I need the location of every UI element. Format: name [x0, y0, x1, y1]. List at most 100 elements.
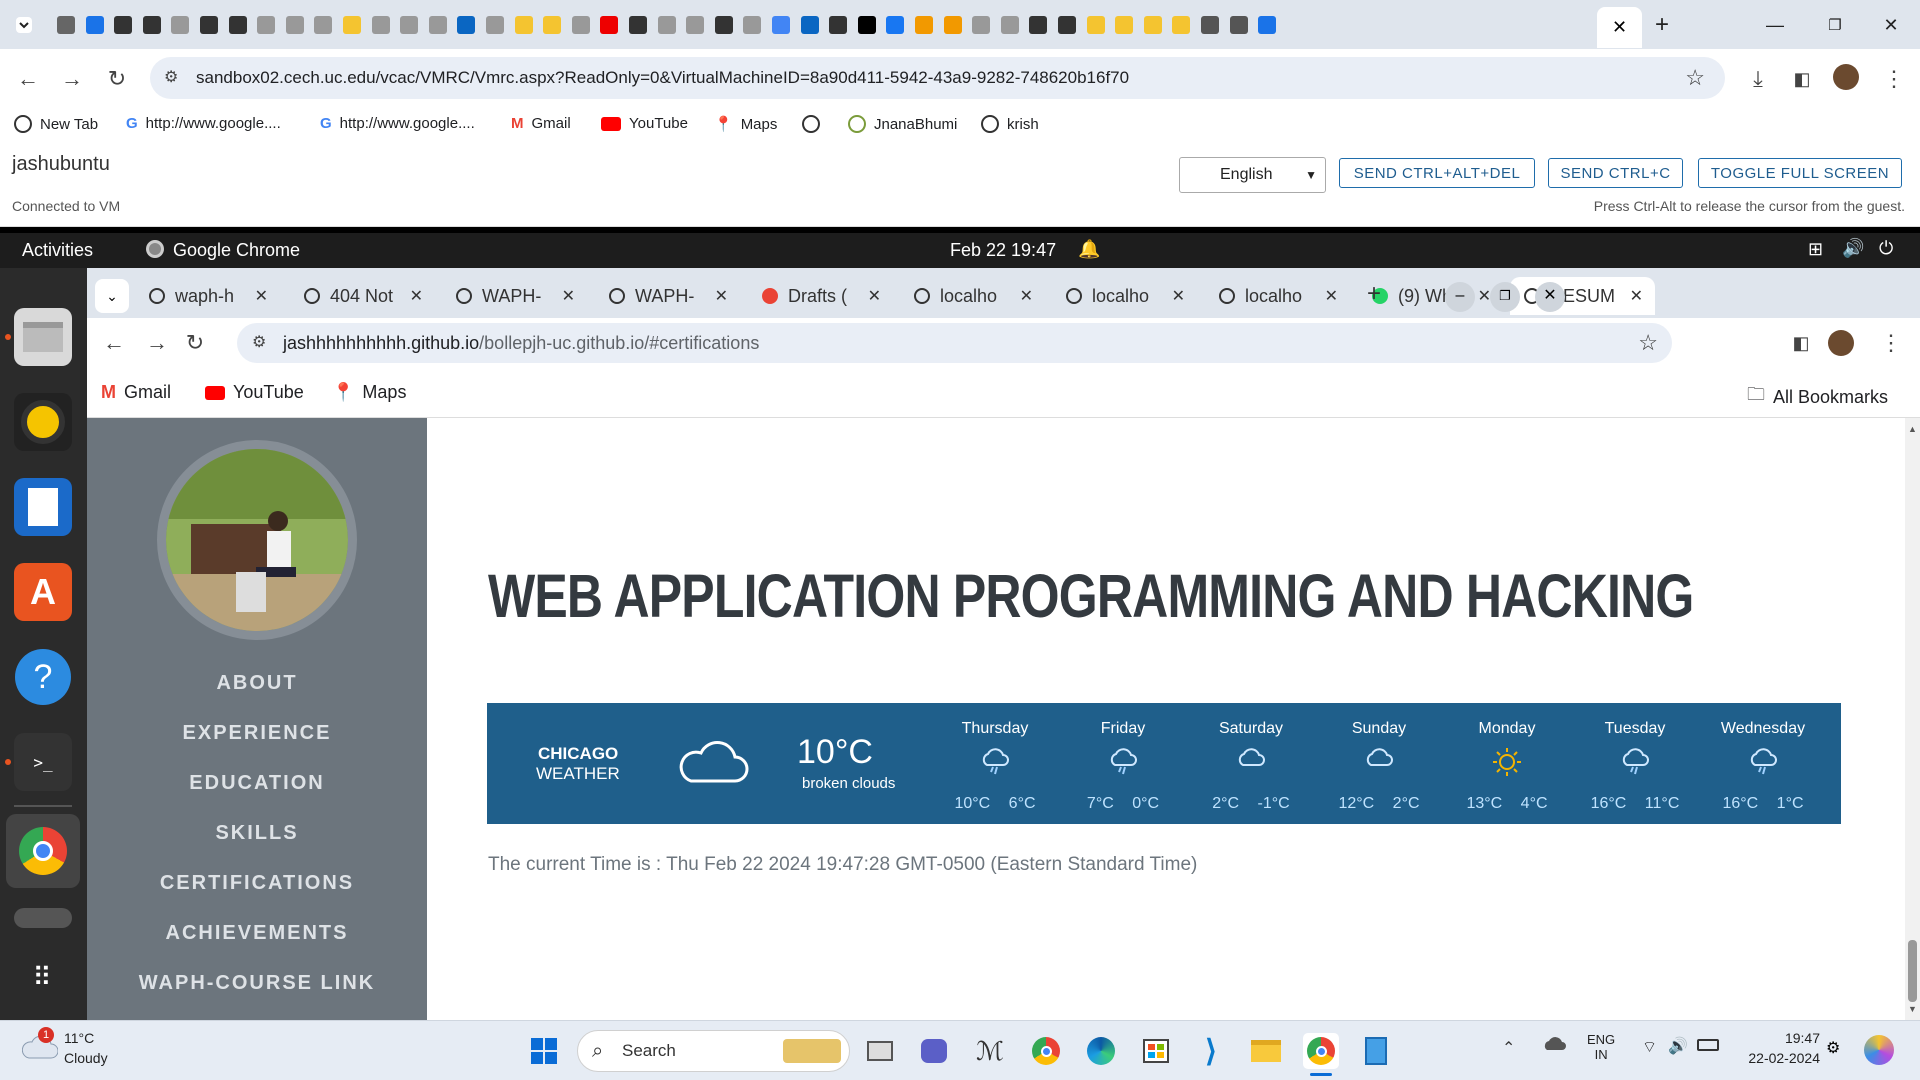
chrome-dock-icon[interactable]	[6, 814, 80, 888]
side-panel-icon[interactable]: ◧	[1787, 329, 1815, 357]
nav-certifications[interactable]: CERTIFICATIONS	[87, 872, 427, 895]
nav-waph-course-link[interactable]: WAPH-COURSE LINK	[87, 972, 427, 995]
new-tab-button[interactable]: +	[1367, 280, 1381, 308]
bookmark-gmail[interactable]: M Gmail	[511, 115, 571, 132]
outer-tab-favicon[interactable]	[282, 12, 308, 38]
power-icon[interactable]: ⏻	[1879, 238, 1893, 259]
restore-button[interactable]: ❐	[1490, 282, 1520, 312]
outer-active-tab[interactable]: ✕	[1597, 7, 1642, 48]
menu-icon[interactable]: ⋮	[1877, 329, 1905, 357]
tab[interactable]: localho ✕	[1205, 277, 1350, 315]
close-icon[interactable]: ✕	[1325, 286, 1338, 306]
bell-icon[interactable]: 🔔	[1078, 239, 1100, 260]
close-icon[interactable]: ✕	[715, 286, 728, 306]
close-icon[interactable]: ✕	[1172, 286, 1185, 306]
writer-icon[interactable]	[14, 478, 72, 536]
partial-dock-icon[interactable]	[14, 908, 72, 928]
outer-tab-favicon[interactable]	[1254, 12, 1280, 38]
outer-tab-favicon[interactable]	[997, 12, 1023, 38]
copilot-icon[interactable]	[1864, 1035, 1894, 1065]
star-icon[interactable]: ☆	[1638, 323, 1658, 363]
outer-tab-favicon[interactable]	[1140, 12, 1166, 38]
site-settings-icon[interactable]: ⚙	[164, 57, 178, 99]
task-view-icon[interactable]	[862, 1033, 898, 1069]
tab[interactable]: localho ✕	[1052, 277, 1197, 315]
outer-tab-favicon[interactable]	[854, 12, 880, 38]
language-select[interactable]: English ▼	[1179, 157, 1326, 193]
nav-education[interactable]: EDUCATION	[87, 772, 427, 795]
bookmark-google-1[interactable]: Ghttp://www.google....	[126, 115, 281, 132]
forward-arrow-icon[interactable]: →	[143, 329, 171, 357]
terminal-icon[interactable]: >_	[14, 733, 72, 791]
teams-chat-icon[interactable]	[916, 1033, 952, 1069]
bookmark-krish[interactable]: krish	[981, 115, 1039, 133]
scroll-thumb[interactable]	[1908, 940, 1917, 1002]
bookmark-google-2[interactable]: Ghttp://www.google....	[320, 115, 475, 132]
outer-tab-favicon[interactable]	[625, 12, 651, 38]
outer-tab-favicon[interactable]	[882, 12, 908, 38]
outer-tab-favicon[interactable]	[82, 12, 108, 38]
profile-avatar[interactable]	[1827, 329, 1855, 357]
notepad-icon[interactable]	[1358, 1033, 1394, 1069]
rhythmbox-icon[interactable]	[14, 393, 72, 451]
chevron-up-icon[interactable]: ⌃	[1502, 1038, 1515, 1058]
app-center-icon[interactable]: A	[14, 563, 72, 621]
send-ctrl-c-button[interactable]: SEND CTRL+C	[1548, 158, 1683, 188]
store-icon[interactable]	[1138, 1033, 1174, 1069]
windows-start-icon[interactable]	[526, 1033, 562, 1069]
outer-tab-favicon[interactable]	[596, 12, 622, 38]
nav-about[interactable]: ABOUT	[87, 672, 427, 695]
outer-tab-favicon[interactable]	[167, 12, 193, 38]
bookmark-globe[interactable]	[802, 115, 828, 133]
outer-tab-favicon[interactable]	[196, 12, 222, 38]
outer-tab-favicon[interactable]	[1226, 12, 1252, 38]
scroll-down-arrow[interactable]: ▼	[1908, 1004, 1917, 1014]
network-icon[interactable]: ⊞	[1808, 239, 1823, 260]
activities-button[interactable]: Activities	[22, 240, 93, 261]
wifi-icon[interactable]: ⌔	[1642, 1037, 1657, 1057]
nav-achievements[interactable]: ACHIEVEMENTS	[87, 922, 427, 945]
bookmark-new-tab[interactable]: New Tab	[14, 115, 98, 133]
files-icon[interactable]	[14, 308, 72, 366]
app-menu[interactable]: Google Chrome	[173, 240, 300, 261]
outer-tab-favicon[interactable]	[425, 12, 451, 38]
edge-icon[interactable]	[1083, 1033, 1119, 1069]
tab-search-button[interactable]: ⌄	[95, 279, 129, 313]
clock[interactable]: Feb 22 19:47	[950, 240, 1056, 261]
volume-icon[interactable]: 🔊	[1842, 238, 1864, 259]
taskbar-date[interactable]: 22-02-2024	[1736, 1050, 1820, 1066]
download-icon[interactable]: ⤓	[1744, 65, 1772, 93]
outer-address-bar[interactable]: ⚙ sandbox02.cech.uc.edu/vcac/VMRC/Vmrc.a…	[150, 57, 1725, 99]
close-icon[interactable]: ✕	[1478, 286, 1491, 306]
outer-tab-favicon[interactable]	[139, 12, 165, 38]
help-icon[interactable]: ?	[14, 648, 72, 706]
outer-tab-favicon[interactable]	[396, 12, 422, 38]
inner-address-bar[interactable]: ⚙ jashhhhhhhhhh.github.io/bollepjh-uc.gi…	[237, 323, 1672, 363]
menu-icon[interactable]: ⋮	[1880, 65, 1908, 93]
outer-tab-favicon[interactable]	[253, 12, 279, 38]
minimize-button[interactable]: –	[1445, 282, 1475, 312]
bookmark-youtube[interactable]: YouTube	[205, 382, 304, 403]
outer-tab-favicon[interactable]	[453, 12, 479, 38]
chrome-taskbar-icon[interactable]	[1028, 1033, 1064, 1069]
page-scrollbar[interactable]: ▲ ▼	[1905, 418, 1920, 1020]
outer-tab-favicon[interactable]	[539, 12, 565, 38]
close-icon[interactable]: ✕	[562, 286, 575, 306]
scroll-up-arrow[interactable]: ▲	[1908, 424, 1917, 434]
window-close-button[interactable]: ✕	[1535, 282, 1565, 312]
tab[interactable]: 404 Not ✕	[290, 277, 435, 315]
onedrive-icon[interactable]	[1542, 1035, 1566, 1056]
tab[interactable]: localho ✕	[900, 277, 1045, 315]
outer-tab-favicon[interactable]	[711, 12, 737, 38]
taskbar-time[interactable]: 19:47	[1736, 1030, 1820, 1046]
outer-tab-favicon[interactable]	[1111, 12, 1137, 38]
file-explorer-icon[interactable]	[1248, 1033, 1284, 1069]
outer-tab-favicon[interactable]	[825, 12, 851, 38]
outer-tab-favicon[interactable]	[511, 12, 537, 38]
app-icon[interactable]: ℳ	[972, 1033, 1008, 1069]
forward-arrow-icon[interactable]: →	[58, 65, 86, 93]
outer-tab-favicon[interactable]	[225, 12, 251, 38]
chrome-active-taskbar-icon[interactable]	[1303, 1033, 1339, 1069]
minimize-button[interactable]: —	[1755, 10, 1795, 40]
show-apps-icon[interactable]: ⠿	[14, 948, 72, 1006]
